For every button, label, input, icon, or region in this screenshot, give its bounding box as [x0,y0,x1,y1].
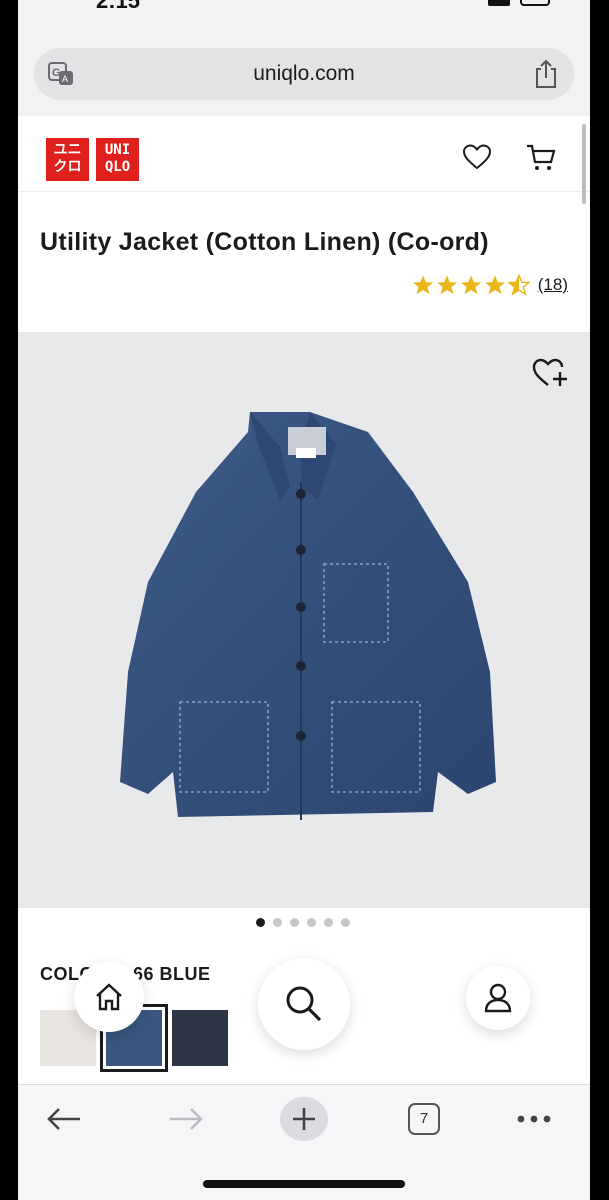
battery-icon [520,0,550,6]
site-header: ユニ クロ UNI QLO [18,116,590,192]
product-title: Utility Jacket (Cotton Linen) (Co-ord) [40,228,489,256]
logo-text-1: ユニ [53,142,82,158]
status-bar: 2:15 [18,0,590,22]
tabs-count: 7 [408,1103,440,1135]
home-icon [96,983,122,1011]
home-indicator[interactable] [203,1180,405,1188]
product-image[interactable] [18,332,590,908]
user-icon [484,983,512,1013]
image-carousel-dots[interactable] [256,918,350,927]
status-icons [488,0,550,6]
search-icon [286,986,322,1022]
status-time: 2:15 [96,0,141,13]
star-icon [436,275,457,295]
star-icon [460,275,481,295]
more-menu-button[interactable] [512,1099,556,1139]
star-icon [412,275,433,295]
account-button[interactable] [466,966,530,1030]
share-icon[interactable] [532,59,560,89]
home-button[interactable] [74,962,144,1032]
more-dots-icon [517,1115,551,1123]
back-arrow-icon [47,1108,80,1130]
phone-screen: 2:15 G A uniqlo.com ユニ クロ UNI QLO Utilit… [18,0,590,1200]
search-button[interactable] [258,958,350,1050]
carousel-dot[interactable] [290,918,299,927]
back-button[interactable] [42,1099,86,1139]
cart-icon[interactable] [526,143,556,173]
url-text[interactable]: uniqlo.com [34,62,574,86]
tabs-button[interactable]: 7 [402,1099,446,1139]
carousel-dot[interactable] [256,918,265,927]
logo-text-4: QLO [104,159,131,175]
logo-text-3: UNI [104,142,131,158]
forward-button[interactable] [164,1099,208,1139]
uniqlo-logo[interactable]: ユニ クロ UNI QLO [46,138,139,181]
logo-latin: UNI QLO [96,138,139,181]
add-to-wishlist-icon[interactable] [532,354,570,390]
half-star-icon [507,274,530,296]
scrollbar[interactable] [582,124,586,204]
carousel-dot[interactable] [341,918,350,927]
jacket-photo [120,412,496,820]
heart-icon[interactable] [463,144,491,170]
new-tab-button[interactable] [280,1097,328,1141]
review-count-link[interactable]: (18) [538,275,568,295]
logo-text-2: クロ [53,159,82,175]
signal-icon [488,0,510,6]
logo-katakana: ユニ クロ [46,138,89,181]
carousel-dot[interactable] [324,918,333,927]
star-icon [484,275,505,295]
forward-arrow-icon [170,1108,203,1130]
carousel-dot[interactable] [307,918,316,927]
product-rating[interactable]: (18) [412,274,568,296]
browser-address-area: G A uniqlo.com [18,22,590,116]
plus-icon [293,1108,315,1130]
carousel-dot[interactable] [273,918,282,927]
swatch-navy[interactable] [172,1010,228,1066]
rating-stars [412,274,530,296]
address-bar[interactable]: G A uniqlo.com [34,48,574,100]
